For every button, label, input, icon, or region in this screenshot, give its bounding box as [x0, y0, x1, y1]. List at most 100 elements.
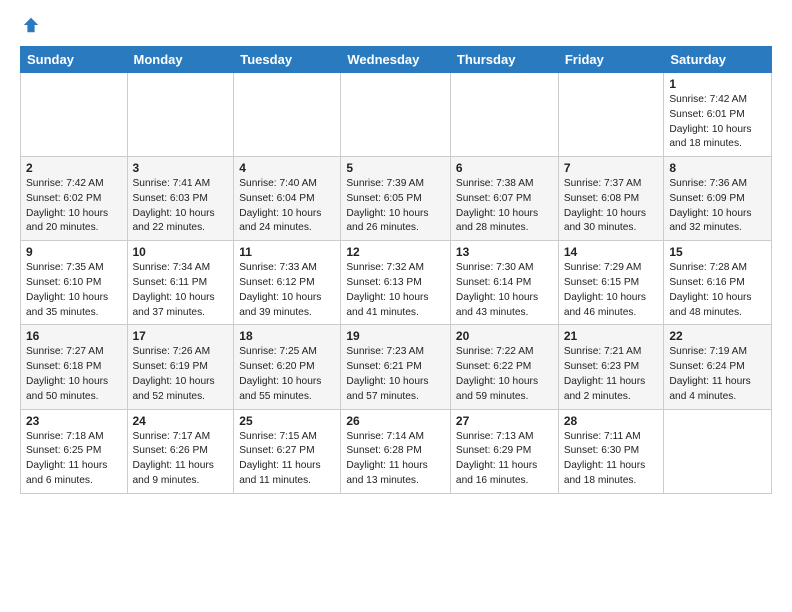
day-number: 13: [456, 245, 553, 259]
day-info: Sunrise: 7:17 AM Sunset: 6:26 PM Dayligh…: [133, 430, 229, 489]
day-number: 16: [26, 329, 122, 343]
day-info: Sunrise: 7:39 AM Sunset: 6:05 PM Dayligh…: [346, 177, 445, 236]
calendar-cell: 24 Sunrise: 7:17 AM Sunset: 6:26 PM Dayli…: [127, 409, 234, 493]
page: SundayMondayTuesdayWednesdayThursdayFrid…: [0, 0, 792, 510]
day-info: Sunrise: 7:25 AM Sunset: 6:20 PM Dayligh…: [239, 345, 335, 404]
col-header-tuesday: Tuesday: [234, 47, 341, 73]
day-info: Sunrise: 7:15 AM Sunset: 6:27 PM Dayligh…: [239, 430, 335, 489]
day-info: Sunrise: 7:36 AM Sunset: 6:09 PM Dayligh…: [669, 177, 766, 236]
calendar-cell: 3 Sunrise: 7:41 AM Sunset: 6:03 PM Daylig…: [127, 157, 234, 241]
logo: [20, 16, 40, 34]
calendar-cell: 12 Sunrise: 7:32 AM Sunset: 6:13 PM Dayli…: [341, 241, 451, 325]
calendar-cell: 21 Sunrise: 7:21 AM Sunset: 6:23 PM Dayli…: [558, 325, 664, 409]
col-header-monday: Monday: [127, 47, 234, 73]
calendar-cell: [234, 73, 341, 157]
calendar-cell: 25 Sunrise: 7:15 AM Sunset: 6:27 PM Dayli…: [234, 409, 341, 493]
day-info: Sunrise: 7:29 AM Sunset: 6:15 PM Dayligh…: [564, 261, 659, 320]
day-number: 1: [669, 77, 766, 91]
calendar-cell: 15 Sunrise: 7:28 AM Sunset: 6:16 PM Dayli…: [664, 241, 772, 325]
calendar-week-0: 1 Sunrise: 7:42 AM Sunset: 6:01 PM Daylig…: [21, 73, 772, 157]
calendar-cell: 9Sunrise: 7:35 AM Sunset: 6:10 PM Daylig…: [21, 241, 128, 325]
calendar-cell: 5 Sunrise: 7:39 AM Sunset: 6:05 PM Daylig…: [341, 157, 451, 241]
day-number: 23: [26, 414, 122, 428]
calendar-week-1: 2 Sunrise: 7:42 AM Sunset: 6:02 PM Daylig…: [21, 157, 772, 241]
day-info: Sunrise: 7:40 AM Sunset: 6:04 PM Dayligh…: [239, 177, 335, 236]
day-info: Sunrise: 7:42 AM Sunset: 6:01 PM Dayligh…: [669, 93, 766, 152]
day-number: 21: [564, 329, 659, 343]
day-info: Sunrise: 7:38 AM Sunset: 6:07 PM Dayligh…: [456, 177, 553, 236]
calendar-cell: 1 Sunrise: 7:42 AM Sunset: 6:01 PM Daylig…: [664, 73, 772, 157]
day-number: 25: [239, 414, 335, 428]
day-number: 3: [133, 161, 229, 175]
calendar-cell: [664, 409, 772, 493]
day-number: 8: [669, 161, 766, 175]
day-info: Sunrise: 7:11 AM Sunset: 6:30 PM Dayligh…: [564, 430, 659, 489]
day-number: 9: [26, 245, 122, 259]
day-info: Sunrise: 7:21 AM Sunset: 6:23 PM Dayligh…: [564, 345, 659, 404]
col-header-friday: Friday: [558, 47, 664, 73]
day-info: Sunrise: 7:22 AM Sunset: 6:22 PM Dayligh…: [456, 345, 553, 404]
calendar-cell: 8 Sunrise: 7:36 AM Sunset: 6:09 PM Daylig…: [664, 157, 772, 241]
calendar-cell: 7 Sunrise: 7:37 AM Sunset: 6:08 PM Daylig…: [558, 157, 664, 241]
day-info: Sunrise: 7:26 AM Sunset: 6:19 PM Dayligh…: [133, 345, 229, 404]
day-info: Sunrise: 7:33 AM Sunset: 6:12 PM Dayligh…: [239, 261, 335, 320]
calendar-cell: 13 Sunrise: 7:30 AM Sunset: 6:14 PM Dayli…: [450, 241, 558, 325]
calendar-cell: [450, 73, 558, 157]
calendar-cell: 6 Sunrise: 7:38 AM Sunset: 6:07 PM Daylig…: [450, 157, 558, 241]
calendar-cell: 2 Sunrise: 7:42 AM Sunset: 6:02 PM Daylig…: [21, 157, 128, 241]
calendar-cell: 28Sunrise: 7:11 AM Sunset: 6:30 PM Dayli…: [558, 409, 664, 493]
day-number: 2: [26, 161, 122, 175]
day-number: 12: [346, 245, 445, 259]
logo-icon: [22, 16, 40, 34]
day-number: 5: [346, 161, 445, 175]
day-info: Sunrise: 7:37 AM Sunset: 6:08 PM Dayligh…: [564, 177, 659, 236]
day-info: Sunrise: 7:14 AM Sunset: 6:28 PM Dayligh…: [346, 430, 445, 489]
day-number: 4: [239, 161, 335, 175]
calendar-week-2: 9Sunrise: 7:35 AM Sunset: 6:10 PM Daylig…: [21, 241, 772, 325]
day-number: 22: [669, 329, 766, 343]
calendar-cell: 26 Sunrise: 7:14 AM Sunset: 6:28 PM Dayli…: [341, 409, 451, 493]
calendar-week-4: 23 Sunrise: 7:18 AM Sunset: 6:25 PM Dayli…: [21, 409, 772, 493]
calendar-cell: [341, 73, 451, 157]
calendar-cell: 22 Sunrise: 7:19 AM Sunset: 6:24 PM Dayli…: [664, 325, 772, 409]
calendar-week-3: 16Sunrise: 7:27 AM Sunset: 6:18 PM Dayli…: [21, 325, 772, 409]
day-number: 19: [346, 329, 445, 343]
col-header-wednesday: Wednesday: [341, 47, 451, 73]
header: [20, 16, 772, 34]
calendar-cell: [127, 73, 234, 157]
day-info: Sunrise: 7:23 AM Sunset: 6:21 PM Dayligh…: [346, 345, 445, 404]
day-number: 24: [133, 414, 229, 428]
calendar-header-row: SundayMondayTuesdayWednesdayThursdayFrid…: [21, 47, 772, 73]
calendar-table: SundayMondayTuesdayWednesdayThursdayFrid…: [20, 46, 772, 494]
col-header-saturday: Saturday: [664, 47, 772, 73]
day-number: 7: [564, 161, 659, 175]
day-info: Sunrise: 7:32 AM Sunset: 6:13 PM Dayligh…: [346, 261, 445, 320]
day-number: 17: [133, 329, 229, 343]
day-number: 6: [456, 161, 553, 175]
day-info: Sunrise: 7:19 AM Sunset: 6:24 PM Dayligh…: [669, 345, 766, 404]
calendar-cell: 20 Sunrise: 7:22 AM Sunset: 6:22 PM Dayli…: [450, 325, 558, 409]
day-number: 14: [564, 245, 659, 259]
calendar-cell: [558, 73, 664, 157]
day-info: Sunrise: 7:42 AM Sunset: 6:02 PM Dayligh…: [26, 177, 122, 236]
calendar-cell: 23 Sunrise: 7:18 AM Sunset: 6:25 PM Dayli…: [21, 409, 128, 493]
calendar-cell: [21, 73, 128, 157]
day-info: Sunrise: 7:41 AM Sunset: 6:03 PM Dayligh…: [133, 177, 229, 236]
day-info: Sunrise: 7:13 AM Sunset: 6:29 PM Dayligh…: [456, 430, 553, 489]
day-number: 15: [669, 245, 766, 259]
calendar-cell: 17 Sunrise: 7:26 AM Sunset: 6:19 PM Dayli…: [127, 325, 234, 409]
day-info: Sunrise: 7:30 AM Sunset: 6:14 PM Dayligh…: [456, 261, 553, 320]
day-info: Sunrise: 7:28 AM Sunset: 6:16 PM Dayligh…: [669, 261, 766, 320]
day-number: 26: [346, 414, 445, 428]
day-number: 10: [133, 245, 229, 259]
col-header-thursday: Thursday: [450, 47, 558, 73]
calendar-cell: 27Sunrise: 7:13 AM Sunset: 6:29 PM Dayli…: [450, 409, 558, 493]
calendar-cell: 18Sunrise: 7:25 AM Sunset: 6:20 PM Dayli…: [234, 325, 341, 409]
day-number: 20: [456, 329, 553, 343]
day-number: 11: [239, 245, 335, 259]
day-info: Sunrise: 7:34 AM Sunset: 6:11 PM Dayligh…: [133, 261, 229, 320]
day-info: Sunrise: 7:18 AM Sunset: 6:25 PM Dayligh…: [26, 430, 122, 489]
col-header-sunday: Sunday: [21, 47, 128, 73]
calendar-cell: 10 Sunrise: 7:34 AM Sunset: 6:11 PM Dayli…: [127, 241, 234, 325]
calendar-cell: 11 Sunrise: 7:33 AM Sunset: 6:12 PM Dayli…: [234, 241, 341, 325]
